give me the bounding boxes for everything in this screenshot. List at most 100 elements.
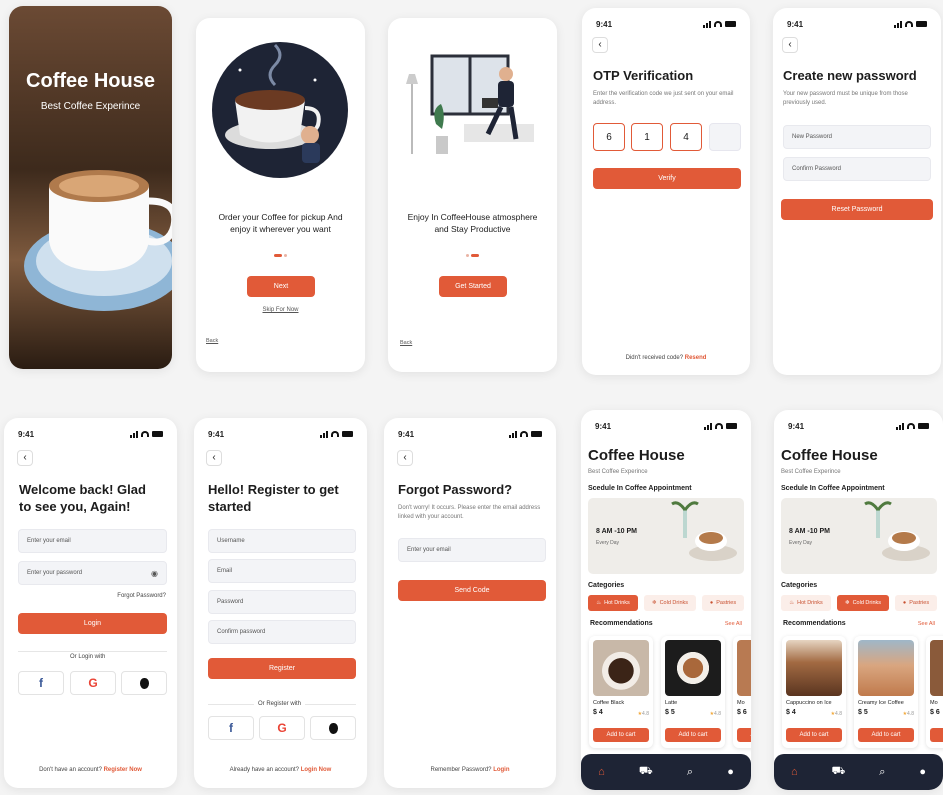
- schedule-card[interactable]: 8 AM -10 PM Every Day: [588, 498, 744, 574]
- add-to-cart-button[interactable]: Add to cart: [858, 728, 914, 742]
- register-now-link[interactable]: Register Now: [104, 767, 142, 773]
- otp-digit-4[interactable]: [709, 123, 741, 151]
- verify-button[interactable]: Verify: [593, 168, 741, 189]
- otp-digit-3[interactable]: 4: [670, 123, 702, 151]
- back-link[interactable]: Back: [206, 338, 218, 344]
- eye-icon[interactable]: ◉: [151, 569, 158, 578]
- splash-title: Coffee House: [26, 70, 155, 92]
- back-link[interactable]: Back: [400, 340, 412, 346]
- send-code-button[interactable]: Send Code: [398, 580, 546, 601]
- category-pastries[interactable]: ● Pastries: [895, 595, 937, 611]
- google-icon: G: [277, 721, 287, 735]
- product-card[interactable]: Creamy Ice Coffee $ 5 ★4.8 Add to cart: [854, 636, 918, 748]
- back-button[interactable]: ‹: [592, 37, 608, 53]
- back-button[interactable]: ‹: [17, 450, 33, 466]
- battery-icon: [726, 423, 737, 429]
- resend-row: Didn't received code? Resend: [582, 355, 750, 361]
- facebook-login-button[interactable]: f: [18, 671, 64, 695]
- password-field[interactable]: Enter your password ◉: [18, 561, 167, 585]
- add-to-cart-button[interactable]: Add to cart: [786, 728, 842, 742]
- coffee-photo: [864, 501, 930, 561]
- home-icon[interactable]: ⌂: [791, 766, 798, 778]
- register-button[interactable]: Register: [208, 658, 356, 679]
- confirm-password-field[interactable]: Confirm Password: [783, 157, 931, 181]
- category-hot-drinks[interactable]: ♨ Hot Drinks: [588, 595, 638, 611]
- login-link[interactable]: Login: [493, 767, 509, 773]
- back-button[interactable]: ‹: [397, 450, 413, 466]
- login-now-link[interactable]: Login Now: [301, 767, 332, 773]
- email-field[interactable]: Email: [208, 559, 356, 583]
- skip-link[interactable]: Skip For Now: [196, 307, 365, 313]
- cart-icon[interactable]: ⛟: [639, 765, 653, 779]
- new-password-field[interactable]: New Password: [783, 125, 931, 149]
- product-price: $ 6: [737, 709, 747, 716]
- apple-login-button[interactable]: [310, 716, 356, 740]
- get-started-button[interactable]: Get Started: [439, 276, 507, 297]
- hot-drinks-icon: ♨: [596, 600, 602, 606]
- schedule-card[interactable]: 8 AM -10 PM Every Day: [781, 498, 937, 574]
- product-price: $ 6: [930, 709, 940, 716]
- page-title: Create new password: [783, 68, 917, 83]
- product-price: $ 5: [858, 709, 868, 716]
- bottom-nav: ⌂ ⛟ ⌕ ●: [774, 754, 943, 790]
- email-field[interactable]: Enter your email: [398, 538, 546, 562]
- username-field[interactable]: Username: [208, 529, 356, 553]
- product-image: [593, 640, 649, 696]
- product-card[interactable]: Mo $ 6 Add to cart: [926, 636, 943, 748]
- password-field[interactable]: Password: [208, 590, 356, 614]
- otp-digit-2[interactable]: 1: [631, 123, 663, 151]
- otp-screen: 9:41 ‹ OTP Verification Enter the verifi…: [582, 8, 750, 375]
- category-cold-drinks[interactable]: ❄ Cold Drinks: [644, 595, 696, 611]
- profile-icon[interactable]: ●: [727, 766, 734, 778]
- search-icon[interactable]: ⌕: [687, 766, 693, 779]
- signal-icon: [320, 430, 328, 438]
- see-all-link[interactable]: See All: [918, 621, 935, 627]
- reset-password-button[interactable]: Reset Password: [781, 199, 933, 220]
- wifi-icon: [331, 431, 339, 437]
- or-register-with: Or Register with: [254, 701, 306, 707]
- wifi-icon: [905, 21, 913, 27]
- rating-value: 4.8: [642, 711, 649, 717]
- next-button[interactable]: Next: [247, 276, 315, 297]
- google-login-button[interactable]: G: [259, 716, 305, 740]
- page-title: Welcome back! Glad to see you, Again!: [19, 482, 146, 514]
- product-card[interactable]: Coffee Black $ 4 ★4.8 Add to cart: [589, 636, 653, 748]
- back-button[interactable]: ‹: [206, 450, 222, 466]
- rating-value: 4.8: [714, 711, 721, 717]
- otp-digit-1[interactable]: 6: [593, 123, 625, 151]
- add-to-cart-button[interactable]: Add to cart: [930, 728, 943, 742]
- resend-link[interactable]: Resend: [685, 355, 707, 361]
- product-image: [786, 640, 842, 696]
- google-login-button[interactable]: G: [70, 671, 116, 695]
- home-icon[interactable]: ⌂: [598, 766, 605, 778]
- product-card[interactable]: Mo $ 6 Add to cart: [733, 636, 751, 748]
- rating-value: 4.8: [835, 711, 842, 717]
- apple-login-button[interactable]: [121, 671, 167, 695]
- coffee-illustration: [212, 42, 348, 178]
- status-bar: 9:41: [788, 420, 929, 432]
- confirm-password-field[interactable]: Confirm password: [208, 620, 356, 644]
- battery-icon: [918, 423, 929, 429]
- category-hot-drinks[interactable]: ♨ Hot Drinks: [781, 595, 831, 611]
- product-card[interactable]: Latte $ 5 ★4.8 Add to cart: [661, 636, 725, 748]
- schedule-days: Every Day: [596, 540, 620, 546]
- product-card[interactable]: Cappuccino on Ice $ 4 ★4.8 Add to cart: [782, 636, 846, 748]
- add-to-cart-button[interactable]: Add to cart: [665, 728, 721, 742]
- profile-icon[interactable]: ●: [919, 766, 926, 778]
- page-indicator: [466, 254, 479, 257]
- category-pastries[interactable]: ● Pastries: [702, 595, 744, 611]
- forgot-password-link[interactable]: Forgot Password?: [117, 593, 166, 599]
- status-bar: 9:41: [18, 428, 163, 440]
- category-cold-drinks[interactable]: ❄ Cold Drinks: [837, 595, 889, 611]
- see-all-link[interactable]: See All: [725, 621, 742, 627]
- search-icon[interactable]: ⌕: [879, 766, 885, 779]
- add-to-cart-button[interactable]: Add to cart: [593, 728, 649, 742]
- back-button[interactable]: ‹: [782, 37, 798, 53]
- cart-icon[interactable]: ⛟: [832, 765, 846, 779]
- facebook-login-button[interactable]: f: [208, 716, 254, 740]
- add-to-cart-button[interactable]: Add to cart: [737, 728, 751, 742]
- login-button[interactable]: Login: [18, 613, 167, 634]
- product-image: [930, 640, 943, 696]
- wifi-icon: [714, 21, 722, 27]
- email-field[interactable]: Enter your email: [18, 529, 167, 553]
